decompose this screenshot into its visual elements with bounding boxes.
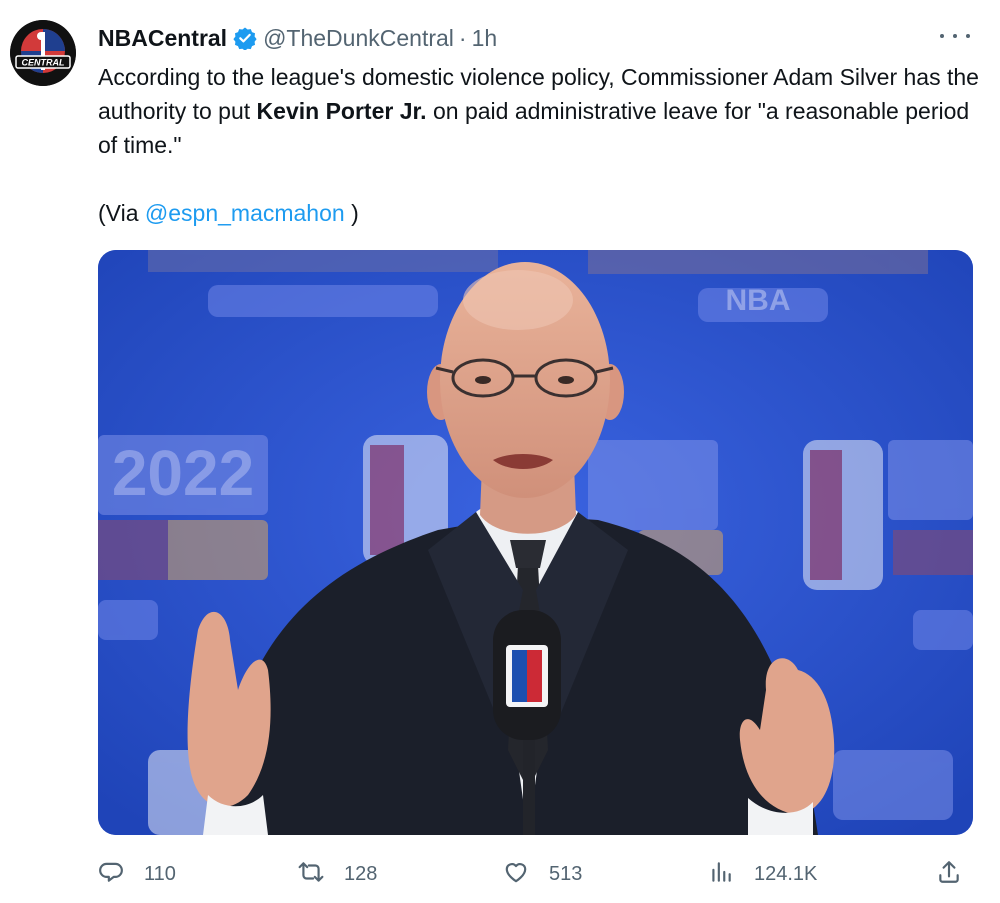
separator-dot: · <box>458 24 467 51</box>
retweet-button[interactable]: 128 <box>298 855 377 893</box>
press-conference-photo: 2022 NBA <box>98 250 973 835</box>
backdrop-nba-text: NBA <box>726 284 791 317</box>
via-line: (Via @espn_macmahon ) <box>98 196 359 230</box>
tweet-image[interactable]: 2022 NBA <box>98 250 973 835</box>
like-count: 513 <box>549 862 583 885</box>
more-horizontal-icon[interactable] <box>940 26 970 46</box>
reply-count: 110 <box>144 862 176 885</box>
tweet-text-bold: Kevin Porter Jr. <box>256 98 427 124</box>
share-icon <box>936 859 962 890</box>
share-button[interactable] <box>936 855 962 893</box>
author-name[interactable]: NBACentral <box>98 25 227 52</box>
nba-central-logo: CENTRAL <box>10 20 76 86</box>
avatar[interactable]: CENTRAL <box>10 20 76 86</box>
backdrop-year-text: 2022 <box>112 437 254 509</box>
author-handle[interactable]: @TheDunkCentral <box>263 25 454 52</box>
tweet-header: NBACentral @TheDunkCentral · 1h <box>98 24 497 52</box>
views-count: 124.1K <box>754 862 818 885</box>
tweet-timestamp[interactable]: 1h <box>472 25 498 52</box>
retweet-icon <box>298 859 324 890</box>
reply-button[interactable]: 110 <box>98 855 176 893</box>
tweet-actions: 110 128 513 124.1K <box>98 855 973 895</box>
views-button[interactable]: 124.1K <box>708 855 817 893</box>
views-icon <box>708 859 734 890</box>
heart-icon <box>503 859 529 890</box>
tweet-text: According to the league's domestic viole… <box>98 60 988 162</box>
via-mention-link[interactable]: @espn_macmahon <box>145 200 345 226</box>
reply-icon <box>98 859 124 890</box>
verified-badge-icon <box>233 26 257 51</box>
via-suffix: ) <box>344 200 359 226</box>
avatar-logo-text: CENTRAL <box>22 58 65 68</box>
like-button[interactable]: 513 <box>503 855 582 893</box>
retweet-count: 128 <box>344 862 378 885</box>
via-prefix: (Via <box>98 200 145 226</box>
